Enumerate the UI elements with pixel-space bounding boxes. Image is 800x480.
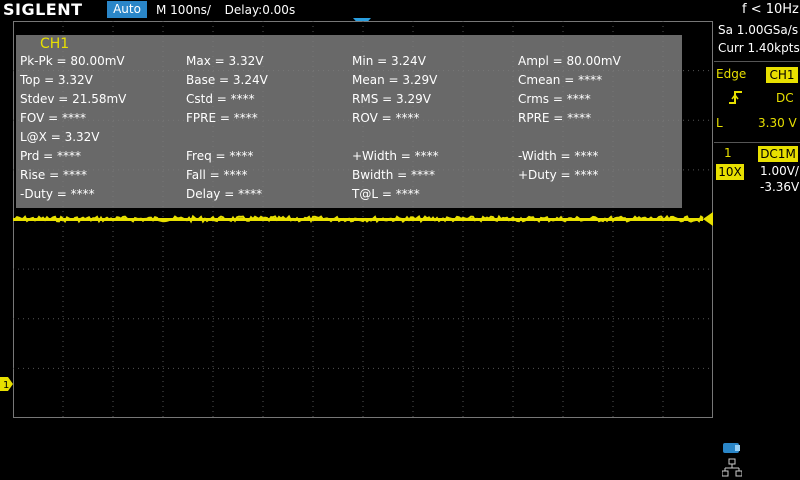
ch1-offset-marker-icon[interactable]: 1	[0, 377, 13, 391]
measurement-item: T@L = ****	[352, 187, 420, 201]
timebase-value: M 100ns/	[156, 3, 211, 17]
status-icons	[714, 438, 800, 480]
measurement-item: Fall = ****	[186, 168, 248, 182]
trigger-level-value: 3.30 V	[758, 116, 797, 130]
measurement-item: FOV = ****	[20, 111, 87, 125]
measurement-item: Crms = ****	[518, 92, 591, 106]
measurement-item: RPRE = ****	[518, 111, 592, 125]
measurement-item: Rise = ****	[20, 168, 87, 182]
ch1-probe-badge: 10X	[716, 164, 744, 180]
measurement-item: Freq = ****	[186, 149, 254, 163]
measurement-item: Max = 3.32V	[186, 54, 264, 68]
memory-depth: Curr 1.40kpts	[718, 41, 800, 55]
frequency-counter: f < 10Hz	[742, 2, 799, 17]
usb-icon	[723, 443, 740, 453]
measurement-item: -Duty = ****	[20, 187, 95, 201]
ch1-info[interactable]: 1 DC1M 10X 1.00V/ -3.36V	[714, 142, 800, 214]
measurement-item: Stdev = 21.58mV	[20, 92, 127, 106]
measurement-item: ROV = ****	[352, 111, 420, 125]
trigger-source-badge: CH1	[766, 67, 798, 83]
measurement-item: L@X = 3.32V	[20, 130, 100, 144]
measurement-item: Pk-Pk = 80.00mV	[20, 54, 125, 68]
measurement-item: Base = 3.24V	[186, 73, 268, 87]
measurement-item: -Width = ****	[518, 149, 599, 163]
delay-value: Delay:0.00s	[224, 3, 296, 17]
measurement-item: +Width = ****	[352, 149, 439, 163]
brand-logo: SIGLENT	[3, 0, 83, 19]
measurement-item: Ampl = 80.00mV	[518, 54, 621, 68]
ch1-coupling-badge: DC1M	[758, 146, 798, 162]
rising-edge-icon	[729, 91, 742, 104]
ch1-offset-marker-label: 1	[3, 380, 9, 391]
sample-rate: Sa 1.00GSa/s	[718, 23, 799, 37]
network-icon	[722, 458, 742, 477]
measurement-item: Delay = ****	[186, 187, 263, 201]
ch1-scale: 1.00V/	[760, 164, 799, 178]
measurement-item: Top = 3.32V	[20, 73, 93, 87]
measurement-item: Cstd = ****	[186, 92, 255, 106]
ch1-offset: -3.36V	[760, 180, 800, 194]
top-status-bar: SIGLENT Auto M 100ns/ Delay:0.00s f < 10…	[0, 0, 800, 28]
measurement-panel: CH1 Pk-Pk = 80.00mV Max = 3.32V Min = 3.24…	[16, 35, 682, 208]
measurement-item: Cmean = ****	[518, 73, 603, 87]
measurement-item: Prd = ****	[20, 149, 82, 163]
measurement-item: +Duty = ****	[518, 168, 599, 182]
trigger-type: Edge	[716, 67, 747, 81]
measurement-item: Bwidth = ****	[352, 168, 435, 182]
trigger-level-label: L	[716, 116, 723, 130]
trigger-info[interactable]: Edge CH1 DC L 3.30 V	[714, 61, 800, 151]
measurement-channel-title: CH1	[40, 36, 70, 52]
ch1-number: 1	[724, 146, 732, 160]
run-state-badge[interactable]: Auto	[107, 1, 147, 18]
measurement-item: Mean = 3.29V	[352, 73, 438, 87]
trigger-coupling: DC	[776, 91, 794, 105]
right-info-panel: Sa 1.00GSa/s Curr 1.40kpts Edge CH1 DC L…	[714, 20, 800, 480]
measurement-item: FPRE = ****	[186, 111, 258, 125]
timebase-readout[interactable]: M 100ns/ Delay:0.00s	[156, 0, 295, 20]
measurement-item: Min = 3.24V	[352, 54, 426, 68]
measurement-item: RMS = 3.29V	[352, 92, 431, 106]
